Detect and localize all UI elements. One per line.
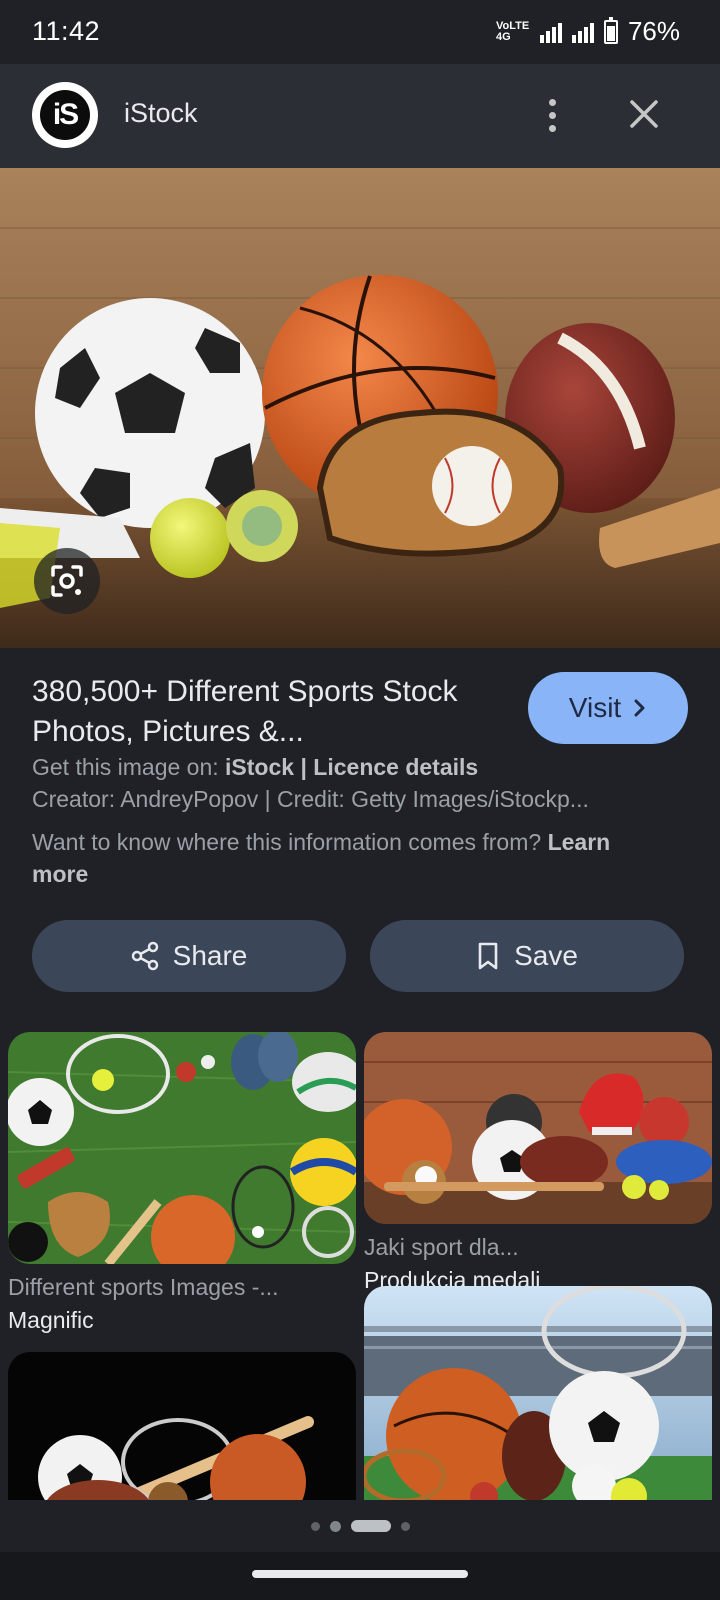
page-dot bbox=[400, 1521, 410, 1531]
share-button[interactable]: Share bbox=[32, 920, 346, 992]
page-dot bbox=[329, 1520, 341, 1532]
sports-balls-photo bbox=[0, 168, 720, 648]
visit-label: Visit bbox=[568, 692, 622, 723]
related-card[interactable] bbox=[364, 1286, 712, 1500]
status-time: 11:42 bbox=[32, 16, 101, 46]
info-source-notice: Want to know where this information come… bbox=[32, 826, 672, 890]
visit-button[interactable]: Visit bbox=[528, 672, 688, 744]
home-gesture-handle[interactable] bbox=[252, 1570, 468, 1578]
google-lens-button[interactable] bbox=[34, 548, 100, 614]
share-label: Share bbox=[172, 940, 248, 971]
creator-credit: Creator: AndreyPopov | Credit: Getty Ima… bbox=[32, 786, 589, 812]
page-dot-active bbox=[350, 1520, 391, 1532]
battery-percent: 76% bbox=[627, 16, 680, 46]
related-source: Magnific bbox=[8, 1307, 94, 1333]
related-thumbnail[interactable] bbox=[8, 1352, 356, 1500]
close-icon bbox=[630, 100, 658, 128]
source-name-link[interactable]: iStock bbox=[225, 754, 294, 780]
related-card[interactable]: Different sports Images -... Magnific bbox=[8, 1032, 356, 1334]
related-card[interactable]: Jaki sport dla... Produkcja medali bbox=[364, 1032, 712, 1294]
page-indicator[interactable] bbox=[0, 1500, 720, 1552]
system-nav-bar bbox=[0, 1552, 720, 1600]
more-options-button[interactable] bbox=[532, 92, 572, 138]
site-logo-mark: iS bbox=[40, 90, 90, 140]
related-title: Jaki sport dla... bbox=[364, 1234, 519, 1260]
result-title[interactable]: 380,500+ Different Sports Stock Photos, … bbox=[32, 672, 502, 752]
bookmark-icon bbox=[478, 942, 498, 970]
site-name[interactable]: iStock bbox=[124, 98, 198, 129]
info-question: Want to know where this information come… bbox=[32, 829, 548, 855]
source-separator: | bbox=[294, 754, 314, 780]
source-line: Get this image on: iStock | Licence deta… bbox=[32, 754, 478, 781]
source-prefix: Get this image on: bbox=[32, 754, 226, 780]
more-vert-icon bbox=[548, 98, 556, 106]
related-card[interactable] bbox=[8, 1352, 356, 1500]
status-bar: 11:42 VoLTE 4G 76% bbox=[0, 0, 720, 64]
google-lens-icon bbox=[51, 565, 83, 597]
save-label: Save bbox=[514, 940, 578, 971]
close-button[interactable] bbox=[624, 94, 664, 134]
battery-icon bbox=[603, 16, 618, 44]
status-icons: VoLTE 4G 76% bbox=[496, 16, 680, 47]
signal-strength-icon bbox=[539, 21, 562, 43]
site-logo[interactable]: iS bbox=[32, 82, 98, 148]
source-header: iS iStock bbox=[0, 64, 720, 168]
network-type-label: VoLTE 4G bbox=[495, 19, 530, 43]
preview-image[interactable] bbox=[0, 168, 720, 648]
related-thumbnail[interactable] bbox=[364, 1032, 712, 1224]
share-icon bbox=[131, 941, 158, 971]
save-button[interactable]: Save bbox=[370, 920, 684, 992]
related-images-grid: Different sports Images -... Magnific Ja… bbox=[0, 1032, 720, 1500]
related-title: Different sports Images -... bbox=[8, 1274, 279, 1300]
signal-strength-icon-2 bbox=[571, 21, 594, 43]
licence-details-link[interactable]: Licence details bbox=[313, 754, 478, 780]
chevron-right-icon bbox=[634, 699, 645, 717]
related-thumbnail[interactable] bbox=[8, 1032, 356, 1264]
page-dot bbox=[310, 1521, 320, 1531]
related-thumbnail[interactable] bbox=[364, 1286, 712, 1500]
